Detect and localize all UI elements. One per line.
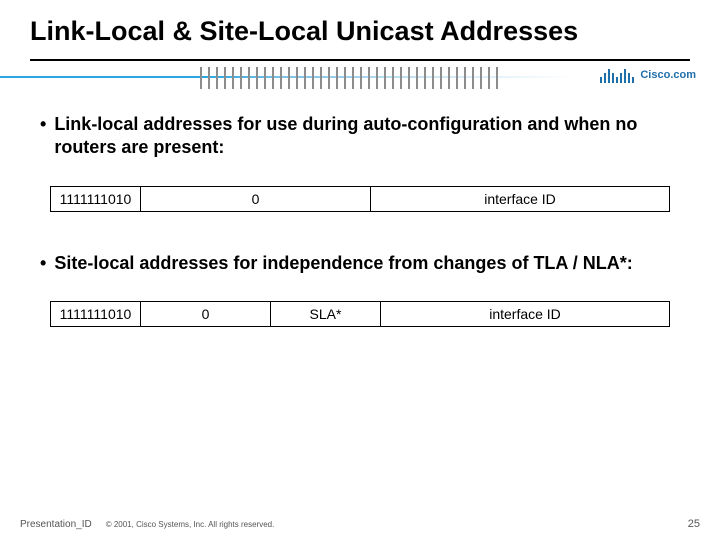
bullet-marker-icon: • (40, 113, 46, 136)
bullet-text: Site-local addresses for independence fr… (54, 252, 632, 275)
zero-cell: 0 (141, 187, 371, 211)
logo-text: Cisco.com (640, 70, 696, 81)
header-divider: Cisco.com (0, 65, 720, 91)
copyright-text: © 2001, Cisco Systems, Inc. All rights r… (106, 520, 275, 529)
zero-cell: 0 (141, 302, 271, 326)
page-number: 25 (688, 518, 700, 530)
slide-title: Link-Local & Site-Local Unicast Addresse… (30, 16, 690, 47)
bullet-marker-icon: • (40, 252, 46, 275)
link-local-table: 1111111010 0 interface ID (50, 186, 670, 212)
slide-title-area: Link-Local & Site-Local Unicast Addresse… (0, 0, 720, 57)
interface-id-cell: interface ID (371, 187, 669, 211)
divider-tick-marks (200, 67, 570, 89)
site-local-table: 1111111010 0 SLA* interface ID (50, 301, 670, 327)
slide-footer: Presentation_ID © 2001, Cisco Systems, I… (0, 518, 720, 530)
slide-content: • Link-local addresses for use during au… (0, 91, 720, 327)
presentation-id: Presentation_ID (20, 519, 92, 530)
cisco-bridge-icon (600, 67, 634, 83)
cisco-logo: Cisco.com (592, 67, 696, 83)
interface-id-cell: interface ID (381, 302, 669, 326)
sla-cell: SLA* (271, 302, 381, 326)
bullet-item: • Link-local addresses for use during au… (40, 113, 680, 160)
bullet-text: Link-local addresses for use during auto… (54, 113, 680, 160)
title-underline (30, 59, 690, 61)
bullet-item: • Site-local addresses for independence … (40, 252, 680, 275)
prefix-cell: 1111111010 (51, 302, 141, 326)
prefix-cell: 1111111010 (51, 187, 141, 211)
